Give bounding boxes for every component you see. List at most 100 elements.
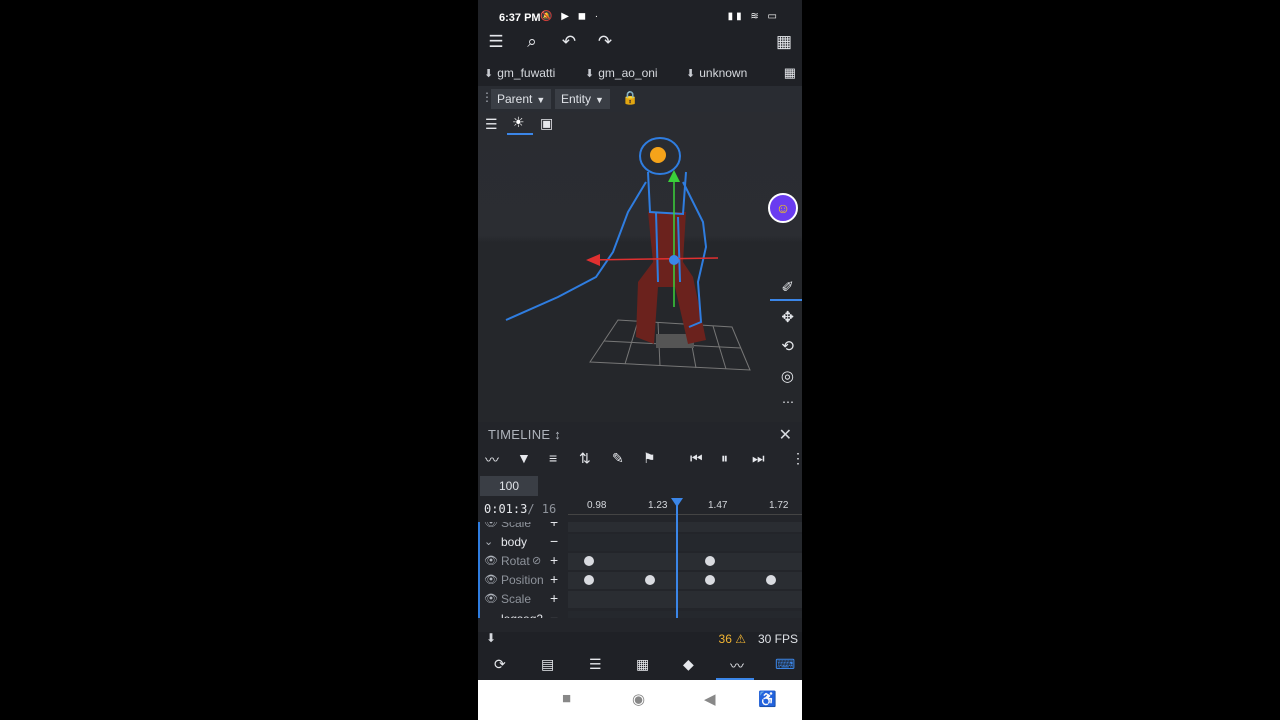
eye-icon[interactable]: 👁 (484, 592, 498, 605)
download-icon: ⬇ (484, 68, 494, 80)
keyframe[interactable] (705, 575, 715, 585)
collapse-icon[interactable]: − (550, 533, 558, 549)
keyframe[interactable] (584, 575, 594, 585)
track-lane[interactable] (568, 572, 802, 589)
frame-zoom-field[interactable]: 100 (480, 476, 538, 496)
add-icon[interactable]: + (550, 522, 558, 530)
3d-rotate-icon[interactable]: ⟳ (494, 656, 506, 673)
track-row-scale[interactable]: 👁 Scale + (478, 590, 802, 609)
keyframe[interactable] (766, 575, 776, 585)
close-icon[interactable]: ✕ (779, 425, 792, 445)
resize-icon[interactable]: ↕ (554, 427, 561, 442)
pose-tool-icon[interactable]: ✐ (781, 278, 794, 296)
undo-icon[interactable]: ↶ (557, 30, 581, 54)
rotate-tool-icon[interactable]: ⟲ (781, 337, 794, 355)
caret-down-icon: ▼ (536, 95, 546, 105)
pencil-icon[interactable]: ✎ (612, 450, 624, 467)
file-tab-1[interactable]: ⬇ gm_ao_oni (585, 66, 658, 80)
track-list: 👁 Scale + ⌄ body − 👁 Rotat ⊘ + 👁 Positio… (478, 522, 802, 618)
tick-label: 0.98 (587, 500, 607, 511)
character-rig (505, 137, 719, 344)
skip-forward-icon[interactable]: ⏭ (752, 450, 765, 467)
playhead[interactable] (676, 498, 678, 618)
graph-icon[interactable]: 〰 (485, 450, 499, 470)
keyframe[interactable] (705, 556, 715, 566)
system-icons: ▮▮ ≋ ▭ (727, 11, 780, 22)
collapse-icon[interactable]: − (550, 610, 558, 618)
grid-icon[interactable]: ▦ (784, 65, 796, 81)
timeline-status: ⬇ 36 ⚠ 30 FPS (478, 628, 802, 650)
timecode: 0:01:3/ 16 (484, 502, 557, 516)
keyframe-diamond-icon[interactable]: ◆ (683, 656, 694, 673)
track-group-legseg2[interactable]: ⌄ legseg2 − (478, 610, 802, 618)
scene-render (505, 137, 751, 371)
visibility-off-icon[interactable]: ⊘ (532, 554, 541, 567)
fps-label: 30 FPS (757, 632, 798, 646)
clapperboard-icon[interactable]: ▦ (636, 656, 649, 673)
move-tool-icon[interactable]: ✥ (781, 308, 794, 326)
keyframe[interactable] (645, 575, 655, 585)
menu-icon[interactable]: ☰ (484, 30, 508, 54)
redo-icon[interactable]: ↷ (593, 30, 617, 54)
gizmo-center (669, 255, 679, 265)
sort-icon[interactable]: ⇅ (579, 450, 591, 467)
pivot-tool-icon[interactable]: ◎ (781, 367, 794, 385)
status-time: 6:37 PM (499, 12, 541, 24)
keyboard-icon[interactable]: ⌨ (775, 656, 795, 673)
pause-icon[interactable]: ⏸ (721, 450, 728, 467)
status-bar: 6:37 PM 🔕 ▶ ◼ · ▮▮ ≋ ▭ (478, 0, 802, 34)
eye-icon[interactable]: 👁 (484, 573, 498, 586)
add-icon[interactable]: + (550, 571, 558, 587)
clapperboard-icon[interactable]: ▦ (772, 30, 796, 54)
keyframe[interactable] (584, 556, 594, 566)
eye-icon[interactable]: 👁 (484, 554, 498, 567)
parent-dropdown[interactable]: Parent ▼ (491, 89, 552, 109)
tick-label: 1.47 (708, 500, 728, 511)
add-icon[interactable]: + (550, 590, 558, 606)
track-lane[interactable] (568, 522, 802, 532)
entity-dropdown[interactable]: Entity ▼ (555, 89, 610, 109)
tick-label: 1.72 (769, 500, 789, 511)
3d-viewport[interactable]: ☰ ☀ ▣ ☺ ✐ ✥ ⟲ ◎ ⋯ (478, 112, 802, 422)
skip-back-icon[interactable]: ⏮ (690, 450, 703, 467)
file-tab-2[interactable]: ⬇ unknown (686, 66, 747, 80)
selection-bar: ⋮ Parent ▼ Entity ▼ 🔒 (478, 86, 802, 112)
more-vertical-icon[interactable]: ⋮ (791, 450, 802, 467)
home-icon[interactable]: ◉ (632, 690, 645, 708)
warning-count[interactable]: 36 ⚠ (719, 632, 746, 646)
track-lane[interactable] (568, 591, 802, 608)
track-group-body[interactable]: ⌄ body − (478, 533, 802, 552)
track-row-scale-prev[interactable]: 👁 Scale + (478, 522, 802, 533)
menu-lines-icon[interactable]: ☰ (589, 656, 602, 673)
avatar[interactable]: ☺ (768, 193, 798, 223)
track-lane (568, 611, 802, 618)
caret-down-icon: ▼ (595, 95, 604, 105)
track-lane[interactable] (568, 553, 802, 570)
download-icon[interactable]: ⬇ (486, 631, 496, 645)
track-lane (568, 534, 802, 551)
timeline-panel: TIMELINE ↕ ✕ 〰 ▼ ≡ ⇅ ✎ ⚑ ⏮ ⏸ ⏭ ⋮ 100 0:0… (478, 422, 802, 646)
eye-icon[interactable]: 👁 (484, 522, 498, 529)
track-row-position[interactable]: 👁 Position + (478, 571, 802, 590)
warning-icon: ⚠ (735, 632, 746, 646)
active-tool-indicator (770, 299, 802, 301)
ruler-line (568, 514, 802, 515)
accessibility-icon[interactable]: ♿ (758, 690, 777, 708)
chevron-down-icon[interactable]: ⌄ (484, 612, 493, 618)
align-icon[interactable]: ≡ (549, 450, 557, 466)
more-horizontal-icon[interactable]: ⋯ (782, 395, 794, 409)
gizmo-x-axis (587, 257, 719, 261)
lock-icon[interactable]: 🔒 (622, 90, 638, 106)
track-row-rotation[interactable]: 👁 Rotat ⊘ + (478, 552, 802, 571)
playhead-handle[interactable] (671, 498, 683, 507)
add-icon[interactable]: + (550, 552, 558, 568)
recent-apps-icon[interactable]: ■ (562, 690, 571, 707)
file-tab-0[interactable]: ⬇ gm_fuwatti (484, 66, 555, 80)
list-icon[interactable]: ▤ (541, 656, 554, 673)
search-icon[interactable]: ⌕ (520, 30, 544, 54)
chevron-down-icon[interactable]: ⌄ (484, 535, 493, 548)
back-icon[interactable]: ◀ (704, 690, 716, 708)
filter-icon[interactable]: ▼ (517, 450, 531, 466)
graph-icon[interactable]: 〰 (730, 656, 744, 676)
flag-icon[interactable]: ⚑ (643, 450, 656, 467)
